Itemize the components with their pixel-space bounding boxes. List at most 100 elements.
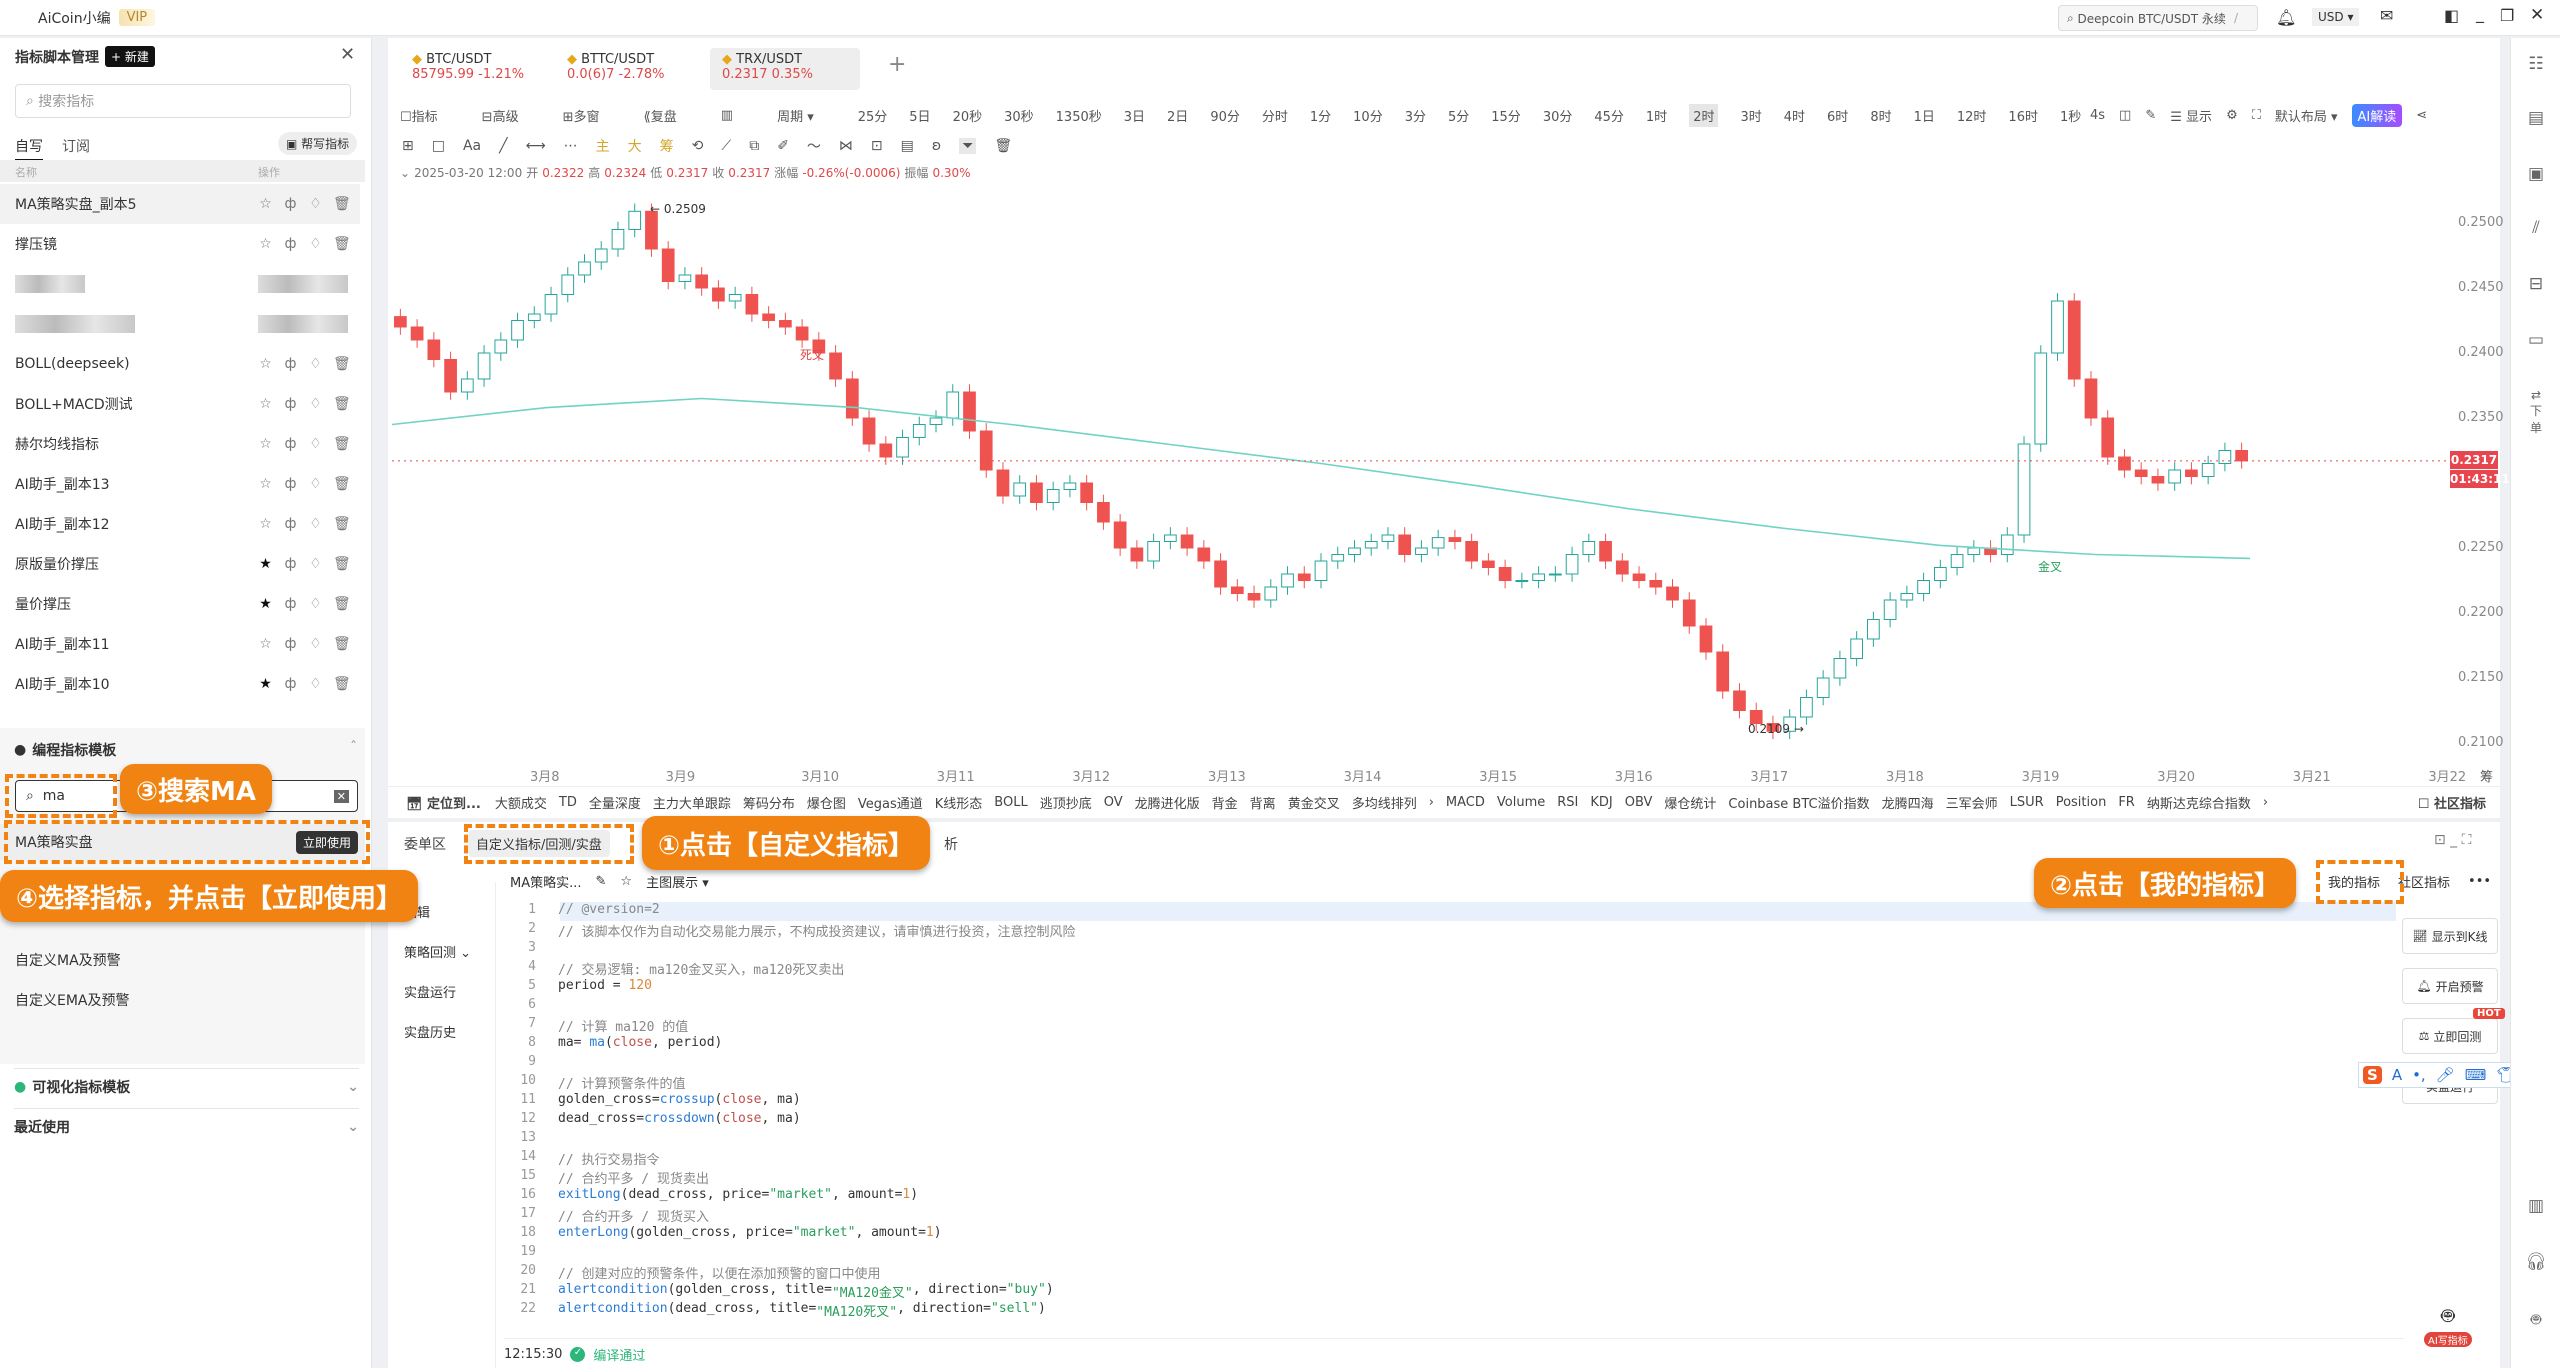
indicator-chip[interactable]: › bbox=[1429, 795, 1434, 810]
indicator-chip[interactable]: 龙腾四海 bbox=[1882, 793, 1934, 812]
candle bbox=[1850, 638, 1863, 659]
indicator-chip[interactable]: 大额成交 bbox=[495, 793, 547, 812]
show-on-kline-button[interactable]: 📈︎ 显示到K线 bbox=[2402, 918, 2498, 954]
y-tick-label: 0.2450 bbox=[2458, 280, 2504, 295]
indicator-chip[interactable]: 背离 bbox=[1250, 793, 1276, 812]
candle bbox=[912, 424, 926, 438]
indicator-chip[interactable]: MACD bbox=[1446, 795, 1485, 810]
clear-icon[interactable]: ✕ bbox=[333, 789, 349, 803]
indicator-bar: 📅︎ 定位到... 大额成交 TD 全量深度 主力大单跟踪 筹码分布 爆仓图 Vegas通道… bbox=[388, 786, 2500, 818]
code-editor[interactable]: 1// @version=2 2// 该脚本仅作为自动化交易能力展示，不构成投资建… bbox=[496, 902, 2396, 1338]
candle bbox=[1364, 541, 1378, 549]
ai-write-indicator-button[interactable]: 🤖︎ AI写指标 bbox=[2424, 1300, 2472, 1347]
template-item[interactable]: 自定义MA及预警 bbox=[15, 950, 121, 970]
candle bbox=[2101, 417, 2115, 458]
locate-button[interactable]: 📅︎ 定位到... bbox=[406, 793, 481, 812]
candle bbox=[829, 352, 842, 380]
tab-analysis[interactable]: 析 bbox=[944, 834, 958, 854]
indicator-chip[interactable]: 主力大单跟踪 bbox=[653, 793, 731, 812]
candle bbox=[1163, 534, 1177, 542]
indicator-chip[interactable]: OBV bbox=[1625, 795, 1653, 810]
indicator-chip[interactable]: Vegas通道 bbox=[858, 793, 923, 812]
indicator-chip[interactable]: 筹码分布 bbox=[743, 793, 795, 812]
indicator-chip[interactable]: 三军会师 bbox=[1946, 793, 1998, 812]
candle bbox=[594, 248, 608, 263]
indicator-chip[interactable]: 黄金交叉 bbox=[1288, 793, 1340, 812]
indicator-chip[interactable]: 背金 bbox=[1212, 793, 1238, 812]
etf-icon[interactable]: ▭ bbox=[2525, 330, 2547, 350]
indicator-chip[interactable]: OV bbox=[1104, 795, 1123, 810]
indicator-chip[interactable]: 爆仓图 bbox=[807, 793, 846, 812]
enable-alert-button[interactable]: 🔔︎ 开启预警 bbox=[2402, 968, 2498, 1004]
wallet-icon[interactable]: ▣ bbox=[2525, 164, 2547, 184]
backtest-button[interactable]: ⚖ 立即回测 bbox=[2402, 1018, 2498, 1054]
axis-chips-label[interactable]: 筹 bbox=[2480, 766, 2493, 785]
code-line: 9 bbox=[528, 1054, 536, 1069]
tab-community-indicators[interactable]: 社区指标 bbox=[2398, 872, 2450, 891]
indicator-chip[interactable]: Position bbox=[2056, 795, 2107, 810]
watchlist-icon[interactable]: ☷ bbox=[2525, 54, 2547, 74]
indicator-chip[interactable]: 纳斯达克综合指数 bbox=[2147, 793, 2251, 812]
indicator-chip[interactable]: TD bbox=[559, 795, 577, 810]
candle bbox=[544, 294, 558, 315]
indicator-chip[interactable]: K线形态 bbox=[935, 793, 983, 812]
indicator-chip[interactable]: 逃顶抄底 bbox=[1040, 793, 1092, 812]
indicator-chip[interactable]: FR bbox=[2118, 795, 2135, 810]
indicator-chip[interactable]: LSUR bbox=[2010, 795, 2044, 810]
x-tick-label: 3月9 bbox=[665, 770, 696, 785]
indicator-chip[interactable]: 全量深度 bbox=[589, 793, 641, 812]
candle bbox=[1297, 573, 1311, 581]
bottom-nav-item[interactable]: 策略回测 ⌄ bbox=[404, 942, 471, 961]
community-indicators-button[interactable]: ☐ 社区指标 bbox=[2418, 793, 2486, 812]
indicator-chip[interactable]: › bbox=[2263, 795, 2268, 810]
code-line: 11 golden_cross= crossup(close, ma) bbox=[520, 1092, 801, 1107]
check-icon: ✓ bbox=[570, 1347, 586, 1362]
candle bbox=[527, 313, 541, 321]
support-icon[interactable]: 🎧︎ bbox=[2525, 1252, 2547, 1272]
candle bbox=[2201, 463, 2215, 477]
panel-controls[interactable]: ⊡ _ ⛶ bbox=[2434, 832, 2471, 848]
indicator-chip[interactable]: 多均线排列 bbox=[1352, 793, 1417, 812]
x-tick-label: 3月14 bbox=[1343, 770, 1382, 785]
candle bbox=[494, 339, 508, 354]
indicator-chip[interactable]: KDJ bbox=[1590, 795, 1612, 810]
candle bbox=[1013, 482, 1027, 497]
indicator-chip[interactable]: 龙腾进化版 bbox=[1135, 793, 1200, 812]
indicator-chip[interactable]: Volume bbox=[1497, 795, 1545, 810]
bottom-nav-item[interactable]: 实盘运行 bbox=[404, 982, 456, 1001]
high-price-label: ← 0.2509 bbox=[650, 202, 706, 216]
order-button[interactable]: ⇄ 下单 bbox=[2525, 388, 2547, 436]
candle bbox=[1080, 482, 1094, 503]
candle bbox=[712, 287, 725, 302]
template-item[interactable]: 自定义EMA及预警 bbox=[15, 990, 130, 1010]
candle bbox=[795, 326, 809, 341]
candle bbox=[1800, 697, 1813, 718]
candle bbox=[1046, 489, 1060, 503]
news-icon[interactable]: ▤ bbox=[2525, 108, 2547, 128]
section-recent[interactable]: 最近使用 ⌄ bbox=[14, 1108, 359, 1137]
display-mode-select[interactable]: 主图展示 ▾ bbox=[646, 872, 709, 891]
more-icon[interactable]: ••• bbox=[2468, 874, 2491, 889]
bottom-nav-item[interactable]: 实盘历史 bbox=[404, 1022, 456, 1041]
layout-icon[interactable]: ▥ bbox=[2525, 1196, 2547, 1216]
indicator-chip[interactable]: Coinbase BTC溢价指数 bbox=[1728, 793, 1869, 812]
candle bbox=[1682, 599, 1696, 627]
trend-icon[interactable]: ⫽ bbox=[2525, 218, 2547, 238]
candle bbox=[1281, 573, 1294, 588]
candle bbox=[1883, 599, 1897, 620]
candle bbox=[578, 261, 591, 276]
candle bbox=[2084, 378, 2098, 419]
indicator-chip[interactable]: RSI bbox=[1557, 795, 1578, 810]
candlestick-chart[interactable] bbox=[0, 0, 2560, 790]
section-visual-templates[interactable]: ● 可视化指标模板 ⌄ bbox=[14, 1068, 359, 1097]
tab-orders[interactable]: 委单区 bbox=[404, 834, 446, 854]
candle bbox=[1247, 593, 1261, 601]
dashboard-icon[interactable]: ⊟ bbox=[2525, 274, 2547, 294]
x-tick-label: 3月13 bbox=[1208, 770, 1246, 785]
indicator-chip[interactable]: 爆仓统计 bbox=[1664, 793, 1716, 812]
edit-icon[interactable]: ✎ bbox=[596, 874, 607, 889]
star-icon[interactable]: ☆ bbox=[620, 874, 632, 889]
indicator-chip[interactable]: BOLL bbox=[994, 795, 1027, 810]
script-header: MA策略实... ✎ ☆ 主图展示 ▾ bbox=[510, 872, 709, 891]
robot-icon[interactable]: 🤖︎ bbox=[2525, 1308, 2547, 1332]
